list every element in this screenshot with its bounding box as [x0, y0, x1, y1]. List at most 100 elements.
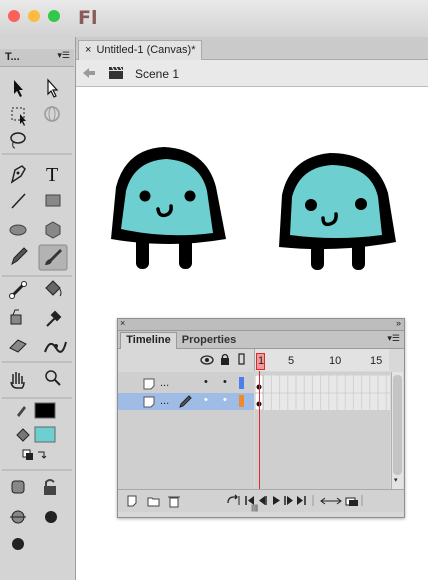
pencil-edit-icon [179, 395, 192, 408]
timeline-column-header: 1 5 10 15 [118, 349, 404, 371]
object-drawing-icon[interactable] [11, 480, 25, 494]
scrollbar-thumb[interactable] [393, 375, 402, 475]
scene-label[interactable]: Scene 1 [135, 67, 179, 81]
rectangle-tool-icon[interactable] [45, 194, 61, 207]
scene-bar: Scene 1 [76, 60, 428, 87]
fill-color-icon[interactable] [16, 428, 30, 442]
app-logo: Fl [78, 7, 98, 29]
character-1[interactable] [111, 147, 226, 269]
step-forward-icon[interactable] [284, 496, 293, 505]
line-tool-icon[interactable] [11, 193, 26, 209]
timeline-panel: × » Timeline Properties ▾☰ 1 5 10 15 ...… [117, 318, 405, 518]
hand-tool-icon[interactable] [10, 372, 25, 389]
tools-panel-title: T... [5, 51, 20, 63]
show-hide-eye-icon[interactable] [200, 355, 214, 365]
eraser-tool-icon[interactable] [9, 339, 27, 353]
resize-grip-icon[interactable]: |||||||| [251, 505, 258, 512]
free-transform-tool-icon[interactable] [11, 107, 26, 126]
document-tab[interactable]: × Untitled-1 (Canvas)* [78, 40, 203, 60]
layer-row-selected[interactable]: ... • • [118, 393, 254, 410]
pen-tool-icon[interactable] [10, 165, 26, 184]
zoom-window-button[interactable] [48, 10, 60, 22]
window-title-bar: Fl [0, 0, 428, 38]
timeline-vertical-scrollbar[interactable]: ▾ [391, 372, 403, 489]
close-window-button[interactable] [8, 10, 20, 22]
layer-visible-dot[interactable]: • [204, 376, 208, 388]
layer-frames-row[interactable] [254, 374, 390, 394]
brush-size-icon[interactable] [45, 511, 57, 523]
tools-panel-header: T... ▾☰ [0, 49, 74, 67]
bone-tool-icon[interactable] [9, 281, 27, 299]
fill-color-swatch[interactable] [34, 426, 56, 443]
document-tab-title: Untitled-1 (Canvas)* [96, 44, 196, 56]
pencil-tool-icon[interactable] [11, 247, 28, 266]
width-tool-icon[interactable] [44, 341, 67, 353]
layer-name[interactable]: ... [160, 395, 169, 407]
lasso-tool-icon[interactable] [10, 132, 26, 149]
delete-layer-icon[interactable] [168, 496, 180, 508]
stroke-color-icon[interactable] [17, 406, 26, 417]
character-2[interactable] [279, 153, 396, 270]
frame-number-1: 1 [258, 355, 265, 367]
frame-number-15: 15 [370, 355, 383, 367]
swap-colors-icon[interactable] [38, 451, 47, 459]
frame-cells [254, 374, 390, 394]
back-arrow-icon[interactable] [82, 67, 96, 79]
text-tool-icon[interactable]: T [46, 164, 58, 186]
selection-tool-icon[interactable] [14, 80, 23, 97]
layer-row[interactable]: ... • • [118, 375, 254, 393]
frame-number-5: 5 [288, 355, 295, 367]
layer-frames-row[interactable] [254, 392, 390, 411]
new-layer-icon[interactable] [127, 495, 137, 507]
frame-ruler[interactable]: 1 5 10 15 [254, 349, 389, 371]
timeline-panel-header: × » [118, 318, 404, 331]
layer-name[interactable]: ... [160, 377, 169, 389]
outline-icon[interactable] [238, 353, 246, 366]
edit-multiple-frames-icon[interactable] [345, 497, 358, 506]
frame-cells [254, 392, 390, 411]
step-back-icon[interactable] [259, 496, 267, 505]
brush-mode-icon[interactable] [10, 510, 26, 524]
playhead-line[interactable] [259, 371, 260, 489]
panel-collapse-icon[interactable]: » [396, 318, 401, 328]
timeline-bottom-toolbar: |||||||| [118, 489, 404, 512]
layer-icon [143, 396, 155, 408]
subselection-tool-icon[interactable] [47, 78, 59, 98]
timeline-tab-row: Timeline Properties ▾☰ [118, 331, 404, 349]
paint-bucket-tool-icon[interactable] [45, 280, 62, 297]
zoom-tool-icon[interactable] [45, 370, 61, 386]
layer-lock-dot[interactable]: • [223, 376, 227, 388]
lock-fill-icon[interactable] [44, 479, 56, 495]
polystar-tool-icon[interactable] [45, 221, 61, 239]
oval-tool-icon[interactable] [9, 224, 27, 236]
brush-shape-icon[interactable] [12, 538, 24, 550]
play-icon[interactable] [273, 496, 280, 505]
new-folder-icon[interactable] [147, 497, 160, 507]
layer-outline-color[interactable] [239, 395, 244, 407]
panel-menu-icon[interactable]: ▾☰ [387, 333, 400, 344]
go-to-last-frame-icon[interactable] [297, 496, 306, 505]
loop-icon[interactable] [227, 494, 240, 505]
panel-close-icon[interactable]: × [120, 318, 125, 328]
clapperboard-icon [109, 66, 123, 79]
panel-menu-icon[interactable]: ▾☰ [57, 50, 70, 61]
go-to-first-frame-icon[interactable] [245, 496, 254, 505]
minimize-window-button[interactable] [28, 10, 40, 22]
scroll-down-icon[interactable]: ▾ [394, 476, 398, 484]
onion-skin-icon[interactable] [320, 497, 342, 505]
3d-rotation-tool-icon[interactable] [44, 106, 60, 122]
ink-bottle-tool-icon[interactable] [10, 309, 22, 325]
black-and-white-icon[interactable] [22, 449, 33, 460]
layer-outline-color[interactable] [239, 377, 244, 389]
frame-number-10: 10 [329, 355, 342, 367]
stroke-color-swatch[interactable] [34, 402, 56, 419]
lock-icon[interactable] [220, 353, 230, 366]
svg-text:T: T [46, 164, 58, 186]
tab-close-icon[interactable]: × [85, 44, 91, 56]
tool-icons-layer: T [2, 78, 72, 550]
layer-visible-dot[interactable]: • [204, 394, 208, 406]
tab-timeline[interactable]: Timeline [120, 332, 177, 349]
tab-properties[interactable]: Properties [178, 333, 240, 348]
eyedropper-tool-icon[interactable] [46, 310, 62, 327]
layer-lock-dot[interactable]: • [223, 394, 227, 406]
